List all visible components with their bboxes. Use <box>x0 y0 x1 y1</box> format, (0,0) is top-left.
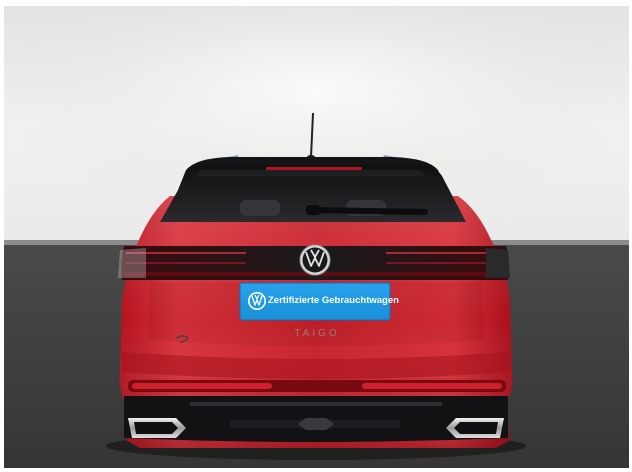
car-image <box>0 0 632 472</box>
car-photo: Zertifizierte Gebrauchtwagen TAIGO <box>0 0 632 472</box>
model-badge: TAIGO <box>294 328 340 339</box>
license-plate-text: Zertifizierte Gebrauchtwagen <box>268 295 399 306</box>
